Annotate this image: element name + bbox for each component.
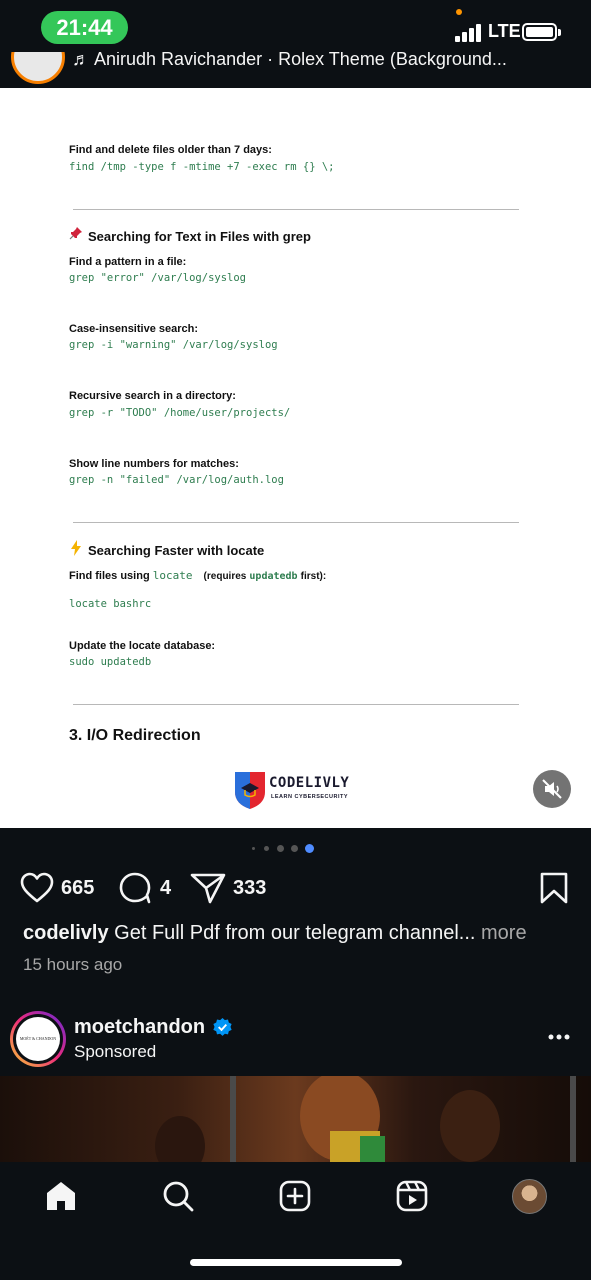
- doc-code-locate-find: locate bashrc: [69, 598, 152, 610]
- bottom-navigation: [0, 1162, 591, 1280]
- doc-divider: [73, 704, 519, 705]
- codelivly-logo: CODELIVLY LEARN CYBERSECURITY: [233, 770, 351, 812]
- status-bar: 21:44 LTE: [0, 0, 591, 52]
- doc-section-heading: 3. I/O Redirection: [69, 727, 201, 744]
- doc-label-grep-recursive: Recursive search in a directory:: [69, 390, 236, 402]
- send-icon[interactable]: [190, 872, 226, 904]
- carousel-dot-active: [305, 844, 314, 853]
- plus-square-icon[interactable]: [278, 1179, 312, 1213]
- post-caption[interactable]: codelivly Get Full Pdf from our telegram…: [23, 922, 571, 945]
- sponsored-avatar[interactable]: MOËT & CHANDON: [10, 1011, 66, 1067]
- doc-divider: [73, 209, 519, 210]
- doc-code-grep-lines: grep -n "failed" /var/log/auth.log: [69, 474, 284, 486]
- carousel-dot: [277, 845, 284, 852]
- signal-strength-icon: [455, 24, 483, 42]
- carousel-indicator: [0, 844, 591, 854]
- search-icon[interactable]: [161, 1179, 195, 1213]
- lightning-icon: [71, 540, 81, 556]
- doc-label-find-old: Find and delete files older than 7 days:: [69, 144, 272, 156]
- doc-heading-locate: Searching Faster with locate: [88, 543, 265, 558]
- network-type: LTE: [488, 21, 521, 41]
- mute-toggle-button[interactable]: [533, 770, 571, 808]
- comment-icon[interactable]: [119, 872, 153, 904]
- verified-badge-icon: [213, 1018, 232, 1036]
- battery-cap: [558, 29, 561, 36]
- doc-inline-code-locate: locate: [152, 569, 193, 582]
- pushpin-icon: [69, 227, 82, 240]
- doc-code-grep-recursive: grep -r "TODO" /home/user/projects/: [69, 407, 291, 419]
- reels-icon[interactable]: [395, 1179, 429, 1213]
- doc-heading-grep: Searching for Text in Files with grep: [88, 229, 311, 244]
- doc-label-locate-find-pre: Find files using: [69, 570, 150, 582]
- doc-code-grep-case: grep -i "warning" /var/log/syslog: [69, 339, 278, 351]
- sponsored-username[interactable]: moetchandon: [74, 1016, 205, 1039]
- caption-text: Get Full Pdf from our telegram channel..…: [114, 922, 476, 944]
- doc-label-grep-lines: Show line numbers for matches:: [69, 458, 239, 470]
- doc-label-locate-update: Update the locate database:: [69, 640, 216, 652]
- shield-logo-icon: [235, 772, 265, 809]
- bookmark-icon[interactable]: [540, 872, 568, 904]
- doc-label-grep-case: Case-insensitive search:: [69, 323, 199, 335]
- sponsored-photo: [155, 1076, 576, 1162]
- doc-divider: [73, 522, 519, 523]
- instagram-feed: 21:44 LTE ♬ Anirudh Ravichander · Rolex …: [0, 0, 591, 1280]
- more-options-icon[interactable]: [548, 1034, 570, 1040]
- doc-inline-code-updatedb: updatedb: [249, 571, 298, 582]
- carousel-dot: [291, 845, 298, 852]
- post-header-audio[interactable]: ♬ Anirudh Ravichander · Rolex Theme (Bac…: [0, 52, 591, 88]
- home-indicator[interactable]: [190, 1259, 402, 1266]
- doc-label-locate-find: Find files using locate (requires update…: [69, 569, 326, 582]
- speaker-muted-icon: [542, 779, 562, 799]
- carousel-dot: [264, 846, 269, 851]
- like-count[interactable]: 665: [61, 877, 94, 900]
- comment-count[interactable]: 4: [160, 877, 171, 900]
- logo-wordmark: CODELIVLY: [269, 775, 350, 791]
- share-count[interactable]: 333: [233, 877, 266, 900]
- post-timestamp: 15 hours ago: [23, 955, 123, 974]
- sponsored-label: Sponsored: [74, 1042, 157, 1061]
- post-author-avatar[interactable]: [11, 52, 65, 84]
- doc-code-locate-update: sudo updatedb: [69, 656, 152, 668]
- doc-label-locate-req: (requires: [203, 571, 247, 582]
- heart-icon[interactable]: [20, 872, 54, 904]
- post-actions: 665 4 333: [0, 868, 591, 908]
- sponsored-avatar-logo: MOËT & CHANDON: [16, 1017, 60, 1061]
- doc-label-locate-req-post: first):: [300, 571, 327, 582]
- post-media-document[interactable]: Find and delete files older than 7 days:…: [0, 88, 591, 828]
- battery-icon: [522, 23, 557, 41]
- audio-track-label[interactable]: ♬ Anirudh Ravichander · Rolex Theme (Bac…: [72, 52, 507, 70]
- doc-label-grep-pattern: Find a pattern in a file:: [69, 256, 187, 268]
- caption-username[interactable]: codelivly: [23, 922, 109, 944]
- status-time: 21:44: [41, 11, 128, 44]
- caption-more-link[interactable]: more: [481, 922, 527, 944]
- privacy-indicator-icon: [456, 9, 462, 15]
- doc-code-find-old: find /tmp -type f -mtime +7 -exec rm {} …: [69, 161, 335, 173]
- doc-code-grep-pattern: grep "error" /var/log/syslog: [69, 272, 247, 284]
- profile-avatar[interactable]: [512, 1179, 547, 1214]
- logo-tagline: LEARN CYBERSECURITY: [271, 794, 349, 800]
- sponsored-media[interactable]: [0, 1076, 591, 1162]
- carousel-dot: [252, 847, 255, 850]
- home-icon[interactable]: [44, 1179, 78, 1213]
